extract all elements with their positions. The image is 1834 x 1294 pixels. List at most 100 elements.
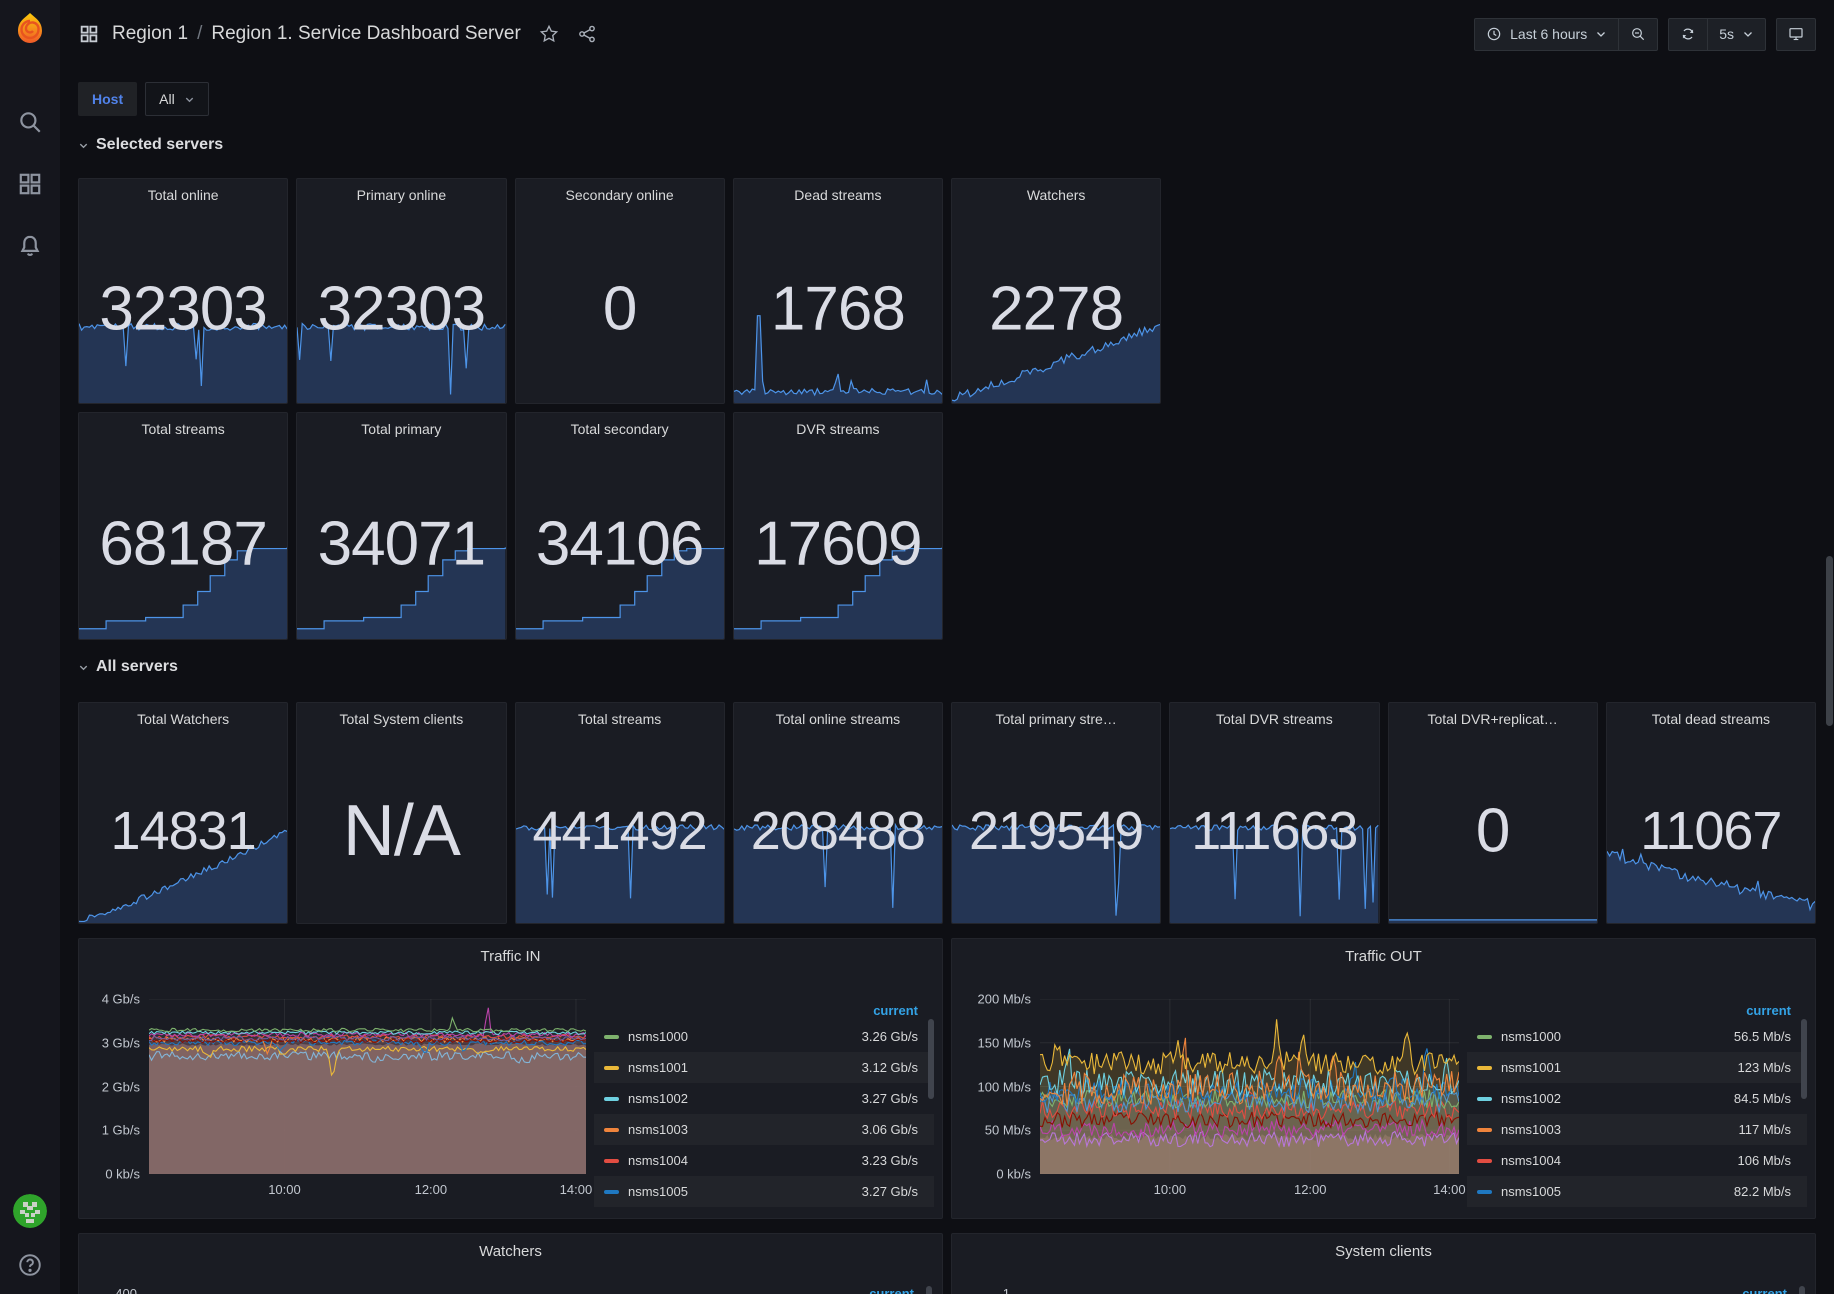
series-color-swatch bbox=[1477, 1190, 1492, 1194]
panel-title[interactable]: Total DVR streams bbox=[1170, 703, 1378, 727]
panel-title[interactable]: DVR streams bbox=[734, 413, 942, 437]
stat-value: 441492 bbox=[516, 800, 724, 862]
breadcrumb-folder[interactable]: Region 1 bbox=[112, 23, 188, 45]
zoom-out-button[interactable] bbox=[1618, 19, 1657, 50]
y-tick: 100 Mb/s bbox=[978, 1079, 1031, 1094]
row-toggle-all-servers[interactable]: All servers bbox=[78, 656, 1816, 678]
stat-value: 32303 bbox=[79, 273, 287, 344]
breadcrumb-dashboard-title[interactable]: Region 1. Service Dashboard Server bbox=[211, 23, 520, 45]
panel-title[interactable]: Traffic OUT bbox=[952, 939, 1815, 965]
page-header: Region 1 / Region 1. Service Dashboard S… bbox=[78, 0, 1816, 52]
legend-column-current[interactable]: current bbox=[1742, 1286, 1787, 1294]
legend-column-current[interactable]: current bbox=[1467, 1001, 1807, 1021]
legend-item[interactable]: nsms100056.5 Mb/s bbox=[1467, 1021, 1807, 1052]
panel-title[interactable]: Total streams bbox=[79, 413, 287, 437]
variable-label-host: Host bbox=[78, 82, 137, 116]
legend-item[interactable]: nsms100582.2 Mb/s bbox=[1467, 1176, 1807, 1207]
help-icon[interactable] bbox=[17, 1252, 43, 1278]
panel-title[interactable]: Primary online bbox=[297, 179, 505, 203]
series-color-swatch bbox=[604, 1035, 619, 1039]
legend-item[interactable]: nsms1003117 Mb/s bbox=[1467, 1114, 1807, 1145]
host-variable-dropdown[interactable]: All bbox=[145, 82, 209, 116]
series-name: nsms1001 bbox=[628, 1060, 688, 1075]
panel-title[interactable]: System clients bbox=[952, 1234, 1815, 1260]
star-icon[interactable] bbox=[539, 24, 559, 44]
sidebar bbox=[0, 0, 60, 1294]
page-scrollbar-thumb[interactable] bbox=[1826, 556, 1833, 726]
traffic-in-chart[interactable] bbox=[149, 999, 586, 1174]
panel-title[interactable]: Total secondary bbox=[516, 413, 724, 437]
legend-item[interactable]: nsms10033.06 Gb/s bbox=[594, 1114, 934, 1145]
panel-traffic-out: Traffic OUT 200 Mb/s 150 Mb/s 100 Mb/s 5… bbox=[951, 938, 1816, 1219]
y-tick: 1 Gb/s bbox=[102, 1123, 140, 1138]
stat-value: 0 bbox=[1389, 795, 1597, 866]
legend-item[interactable]: nsms1001123 Mb/s bbox=[1467, 1052, 1807, 1083]
traffic-in-plot: 4 Gb/s 3 Gb/s 2 Gb/s 1 Gb/s 0 kb/s 10:00… bbox=[149, 999, 586, 1174]
share-icon[interactable] bbox=[577, 24, 597, 44]
dashboards-icon[interactable] bbox=[17, 171, 43, 197]
series-current-value: 82.2 Mb/s bbox=[1734, 1184, 1791, 1199]
panel-title[interactable]: Total primary bbox=[297, 413, 505, 437]
monitor-icon bbox=[1788, 26, 1804, 42]
panel-title[interactable]: Secondary online bbox=[516, 179, 724, 203]
stat-panel-total-dvr-replicat: Total DVR+replicat… 0 bbox=[1388, 702, 1598, 924]
clock-icon bbox=[1486, 26, 1502, 42]
legend-scrollbar[interactable] bbox=[1799, 1286, 1805, 1294]
panel-title[interactable]: Watchers bbox=[952, 179, 1160, 203]
legend-item[interactable]: nsms10023.27 Gb/s bbox=[594, 1083, 934, 1114]
panel-title[interactable]: Dead streams bbox=[734, 179, 942, 203]
legend-item[interactable]: nsms10003.26 Gb/s bbox=[594, 1021, 934, 1052]
traffic-out-legend: current nsms100056.5 Mb/s nsms1001123 Mb… bbox=[1467, 1001, 1807, 1213]
stat-panel-secondary-online: Secondary online 0 bbox=[515, 178, 725, 404]
series-name: nsms1002 bbox=[1501, 1091, 1561, 1106]
series-current-value: 56.5 Mb/s bbox=[1734, 1029, 1791, 1044]
legend-item[interactable]: nsms10013.12 Gb/s bbox=[594, 1052, 934, 1083]
refresh-interval-picker[interactable]: 5s bbox=[1707, 19, 1765, 50]
series-color-swatch bbox=[604, 1066, 619, 1070]
series-current-value: 3.23 Gb/s bbox=[862, 1153, 918, 1168]
legend-item[interactable]: nsms10053.27 Gb/s bbox=[594, 1176, 934, 1207]
variable-filters: Host All bbox=[78, 82, 1816, 116]
panel-title[interactable]: Total DVR+replicat… bbox=[1389, 703, 1597, 727]
stat-value: 17609 bbox=[734, 509, 942, 580]
y-tick: 50 Mb/s bbox=[985, 1123, 1031, 1138]
sidebar-nav bbox=[17, 109, 43, 259]
row-toggle-selected-servers[interactable]: Selected servers bbox=[78, 134, 1816, 156]
stat-panel-total-dvr-streams: Total DVR streams 111663 bbox=[1169, 702, 1379, 924]
series-current-value: 117 Mb/s bbox=[1738, 1122, 1791, 1137]
grafana-logo-icon[interactable] bbox=[12, 11, 48, 47]
kiosk-mode-button[interactable] bbox=[1777, 19, 1815, 50]
traffic-out-chart[interactable] bbox=[1040, 999, 1459, 1174]
x-tick: 10:00 bbox=[1154, 1182, 1187, 1197]
time-range-picker[interactable]: Last 6 hours bbox=[1475, 19, 1618, 50]
legend-column-current[interactable]: current bbox=[869, 1286, 914, 1294]
panel-title[interactable]: Total System clients bbox=[297, 703, 505, 727]
search-icon[interactable] bbox=[17, 109, 43, 135]
panel-title[interactable]: Total Watchers bbox=[79, 703, 287, 727]
dashboard-grid-icon[interactable] bbox=[78, 23, 100, 45]
panel-title[interactable]: Total online bbox=[79, 179, 287, 203]
legend-scrollbar[interactable] bbox=[926, 1286, 932, 1294]
y-tick: 0 kb/s bbox=[105, 1167, 140, 1182]
legend-item[interactable]: nsms100284.5 Mb/s bbox=[1467, 1083, 1807, 1114]
legend-scrollbar[interactable] bbox=[1801, 1019, 1807, 1099]
panel-title[interactable]: Total primary stre… bbox=[952, 703, 1160, 727]
panel-title[interactable]: Total streams bbox=[516, 703, 724, 727]
panel-title[interactable]: Total online streams bbox=[734, 703, 942, 727]
user-avatar[interactable] bbox=[13, 1194, 47, 1228]
refresh-button[interactable] bbox=[1669, 19, 1707, 50]
legend-column-current[interactable]: current bbox=[594, 1001, 934, 1021]
legend-scrollbar[interactable] bbox=[928, 1019, 934, 1099]
panel-title[interactable]: Total dead streams bbox=[1607, 703, 1815, 727]
section-title: All servers bbox=[96, 658, 178, 676]
alerting-bell-icon[interactable] bbox=[17, 233, 43, 259]
panel-title[interactable]: Watchers bbox=[79, 1234, 942, 1260]
legend-item[interactable]: nsms10043.23 Gb/s bbox=[594, 1145, 934, 1176]
stat-value: 111663 bbox=[1170, 800, 1378, 862]
y-tick: 3 Gb/s bbox=[102, 1035, 140, 1050]
legend-item[interactable]: nsms1004106 Mb/s bbox=[1467, 1145, 1807, 1176]
traffic-out-plot: 200 Mb/s 150 Mb/s 100 Mb/s 50 Mb/s 0 kb/… bbox=[1040, 999, 1459, 1174]
panel-title[interactable]: Traffic IN bbox=[79, 939, 942, 965]
time-range-label: Last 6 hours bbox=[1510, 26, 1587, 42]
host-variable-value: All bbox=[159, 91, 175, 107]
